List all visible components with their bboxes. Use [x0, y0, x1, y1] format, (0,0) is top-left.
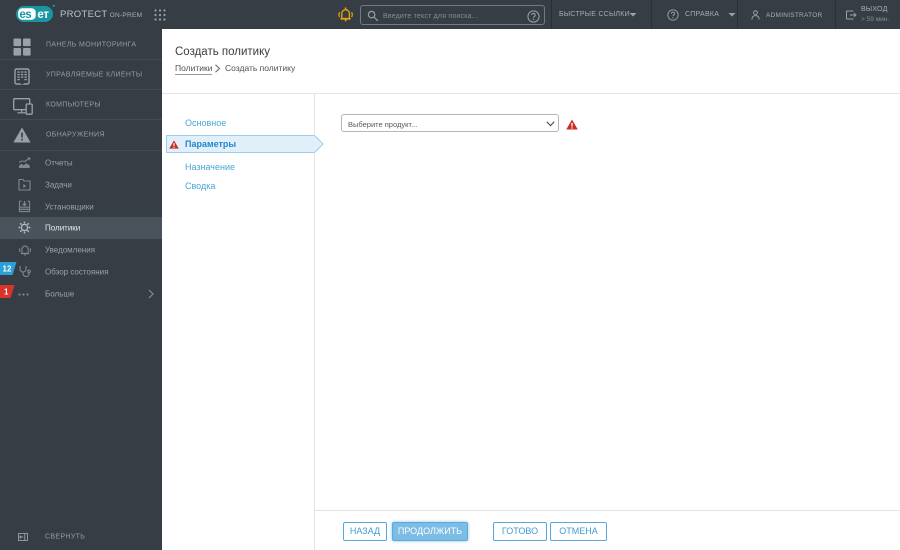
svg-text:ет: ет [37, 9, 49, 21]
svg-text:es: es [19, 9, 31, 21]
svg-text:1: 1 [4, 288, 9, 297]
svg-text:12: 12 [3, 265, 12, 274]
